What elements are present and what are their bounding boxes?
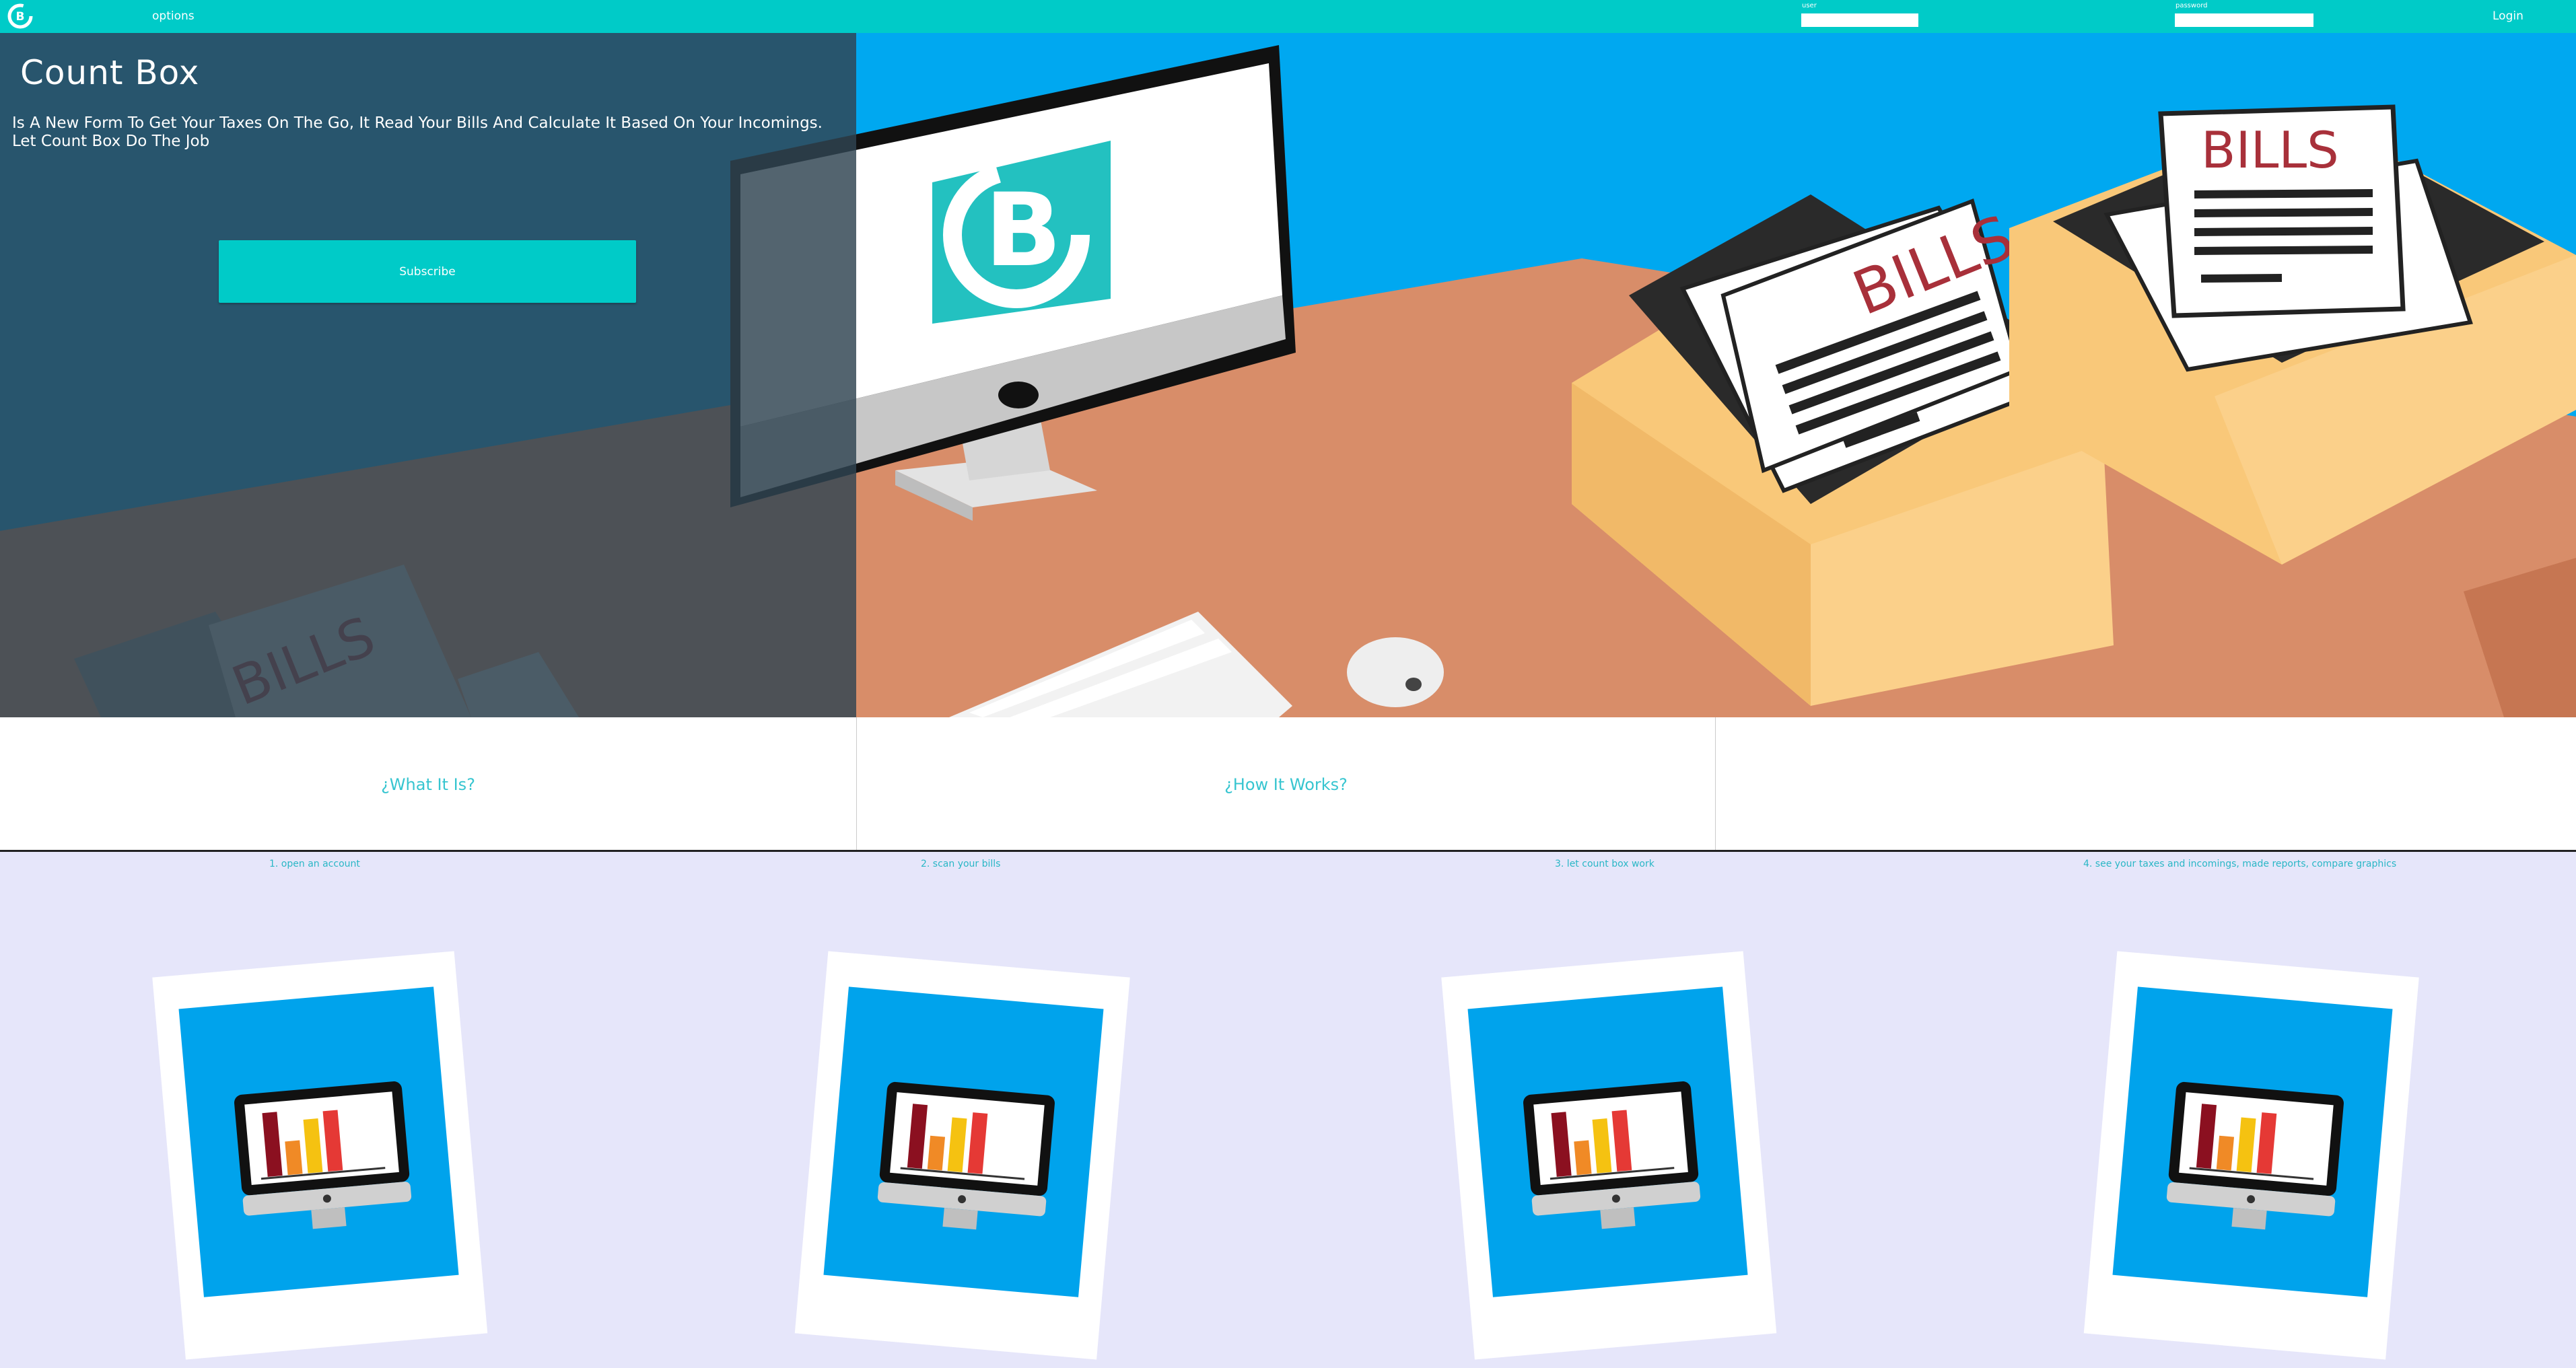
password-input[interactable] [2175, 13, 2313, 27]
step-card-4 [2083, 951, 2419, 1360]
hero-overlay-panel: Count Box Is A New Form To Get Your Taxe… [0, 33, 856, 717]
password-field-label: password [2175, 2, 2208, 9]
user-input[interactable] [1801, 13, 1918, 27]
svg-text:B: B [16, 10, 25, 24]
login-button[interactable]: Login [2493, 9, 2523, 23]
steps-section: 1. open an account 2. scan your bills 3.… [0, 852, 2576, 1368]
info-column-empty [1716, 717, 2576, 850]
info-strip: ¿What It Is? ¿How It Works? [0, 717, 2576, 852]
options-menu[interactable]: options [152, 9, 195, 23]
subscribe-button[interactable]: Subscribe [219, 240, 636, 303]
step-card-1 [152, 951, 488, 1360]
step-label-2: 2. scan your bills [921, 859, 1001, 869]
svg-text:B: B [985, 172, 1061, 289]
hero-section: B BILLS BILLS Count Box Is A New Form To… [0, 33, 2576, 717]
top-nav-bar: B options user password Login [0, 0, 2576, 33]
info-column-what: ¿What It Is? [0, 717, 857, 850]
how-it-works-link[interactable]: ¿How It Works? [857, 775, 1715, 794]
user-field-label: user [1802, 2, 1817, 9]
hero-title: Count Box [20, 53, 200, 92]
step-label-1: 1. open an account [269, 859, 360, 869]
step-card-2 [794, 951, 1130, 1360]
svg-text:BILLS: BILLS [2201, 120, 2339, 180]
step-label-3: 3. let count box work [1555, 859, 1655, 869]
step-card-3 [1441, 951, 1777, 1360]
step-label-4: 4. see your taxes and incomings, made re… [2083, 859, 2397, 869]
hero-description: Is A New Form To Get Your Taxes On The G… [12, 114, 823, 150]
what-it-is-link[interactable]: ¿What It Is? [0, 775, 856, 794]
logo-icon[interactable]: B [7, 3, 34, 30]
info-column-how: ¿How It Works? [857, 717, 1716, 850]
